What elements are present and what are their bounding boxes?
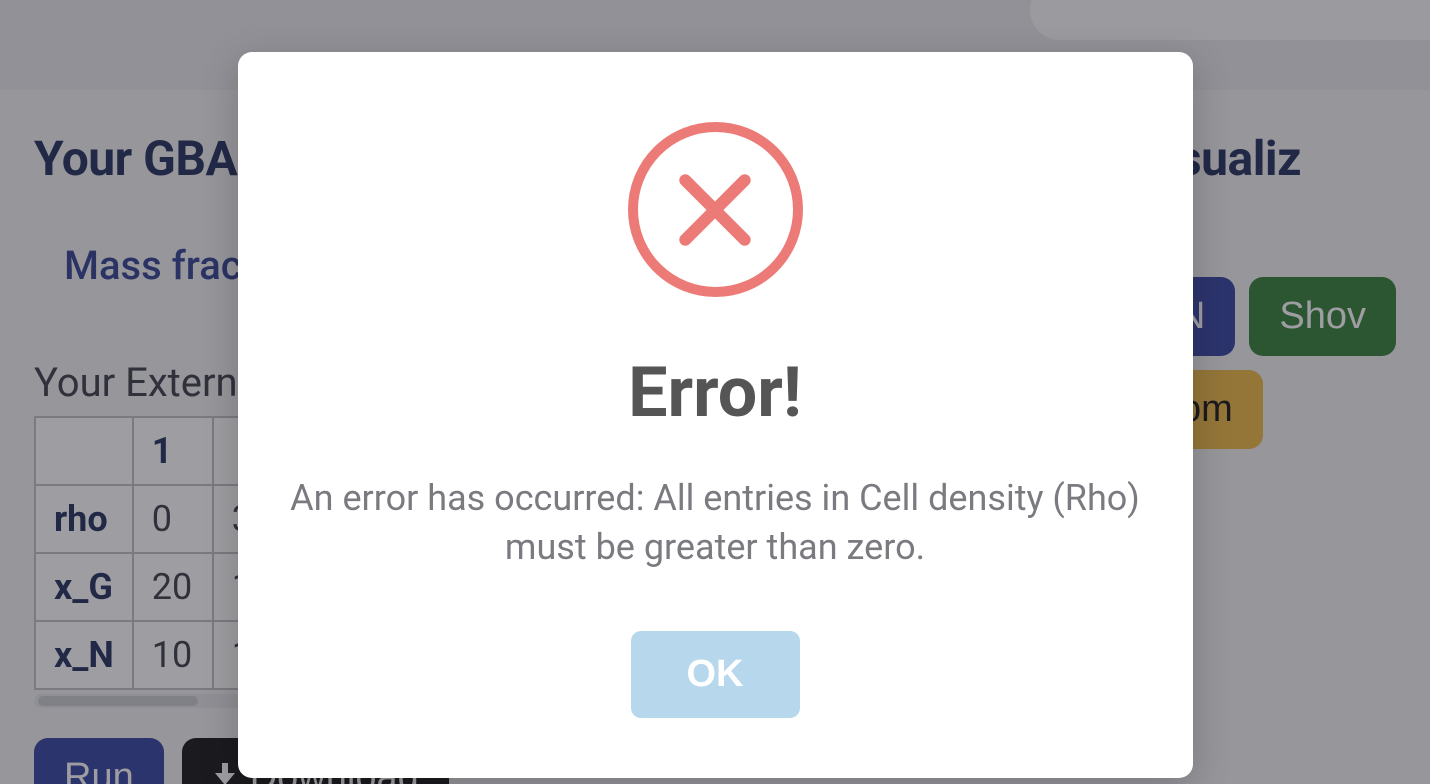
modal-title: Error! [288, 352, 1143, 434]
error-icon [628, 122, 803, 297]
modal-ok-button[interactable]: OK [631, 631, 800, 718]
modal-overlay[interactable]: Error! An error has occurred: All entrie… [0, 0, 1430, 784]
x-icon [675, 170, 755, 250]
modal-message: An error has occurred: All entries in Ce… [288, 474, 1143, 571]
error-modal: Error! An error has occurred: All entrie… [238, 52, 1193, 778]
